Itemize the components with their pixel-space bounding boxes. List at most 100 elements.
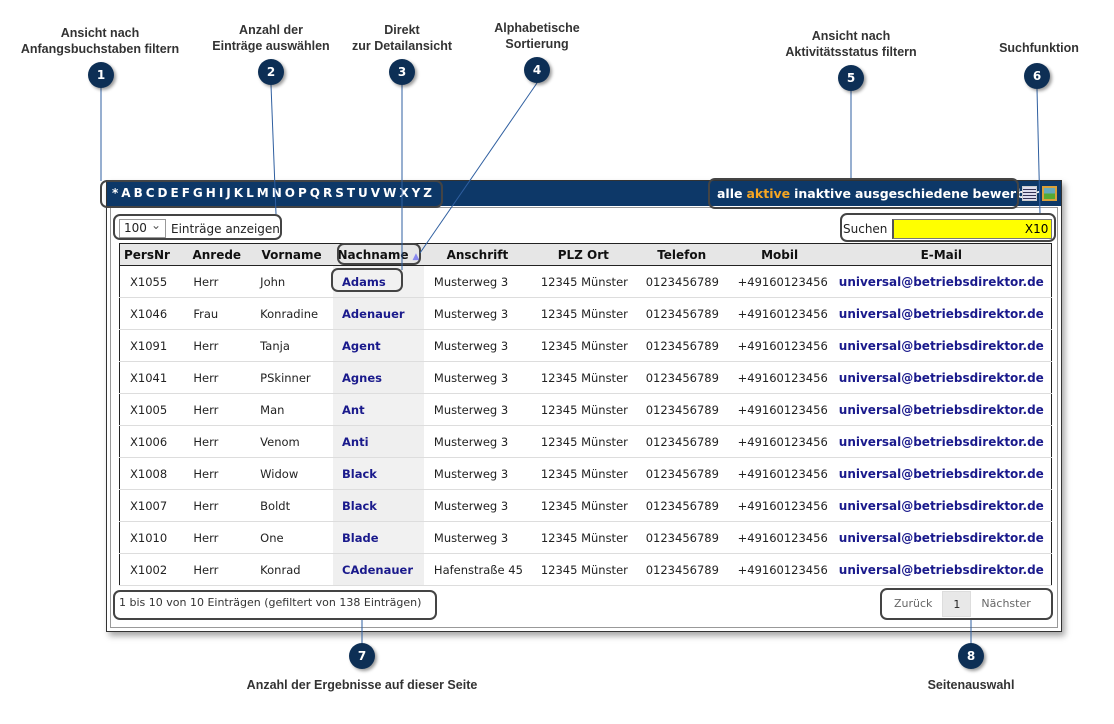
cell-anschrift: Musterweg 3: [423, 521, 531, 554]
cell-nachname[interactable]: Black: [333, 489, 424, 522]
cell-anrede: Herr: [183, 393, 251, 426]
cell-mobil: +49160123456: [727, 329, 832, 362]
cell-nachname[interactable]: Adenauer: [333, 297, 424, 330]
cell-email[interactable]: universal@betriebsdirektor.de: [831, 361, 1052, 394]
cell-email[interactable]: universal@betriebsdirektor.de: [831, 329, 1052, 362]
cell-mobil: +49160123456: [727, 297, 832, 330]
cell-vorname: Man: [250, 393, 334, 426]
cell-mobil: +49160123456: [727, 553, 832, 586]
cell-anrede: Herr: [183, 361, 251, 394]
callout-number-6: 6: [1024, 63, 1050, 89]
table-row: X1010 Herr One Blade Musterweg 3 12345 Münste…: [119, 521, 1052, 554]
cell-email[interactable]: universal@betriebsdirektor.de: [831, 553, 1052, 586]
list-view-icon[interactable]: [1022, 186, 1037, 201]
column-header-persnr[interactable]: PersNr: [119, 243, 184, 266]
cell-anschrift: Hafenstraße 45: [423, 553, 531, 586]
cell-nachname[interactable]: Anti: [333, 425, 424, 458]
table-body: X1055 Herr John Adams Musterweg 3 12345 Münst…: [119, 265, 1052, 586]
cell-anschrift: Musterweg 3: [423, 265, 531, 298]
column-header-telefon[interactable]: Telefon: [635, 243, 728, 266]
column-label: Vorname: [261, 247, 322, 262]
table-row: X1007 Herr Boldt Black Musterweg 3 12345 Müns…: [119, 489, 1052, 522]
table-row: X1055 Herr John Adams Musterweg 3 12345 Münst…: [119, 265, 1052, 298]
cell-persnr: X1007: [119, 489, 184, 522]
cell-mobil: +49160123456: [727, 425, 832, 458]
callout-label-line: Alphabetische: [494, 21, 580, 35]
callout-label-line: Sortierung: [505, 37, 569, 51]
cell-anrede: Herr: [183, 553, 251, 586]
cell-nachname[interactable]: Agent: [333, 329, 424, 362]
cell-anschrift: Musterweg 3: [423, 393, 531, 426]
callout-number-8: 8: [958, 643, 984, 669]
cell-persnr: X1091: [119, 329, 184, 362]
cell-plz-ort: 12345 Münster: [530, 361, 636, 394]
callout-number-3: 3: [389, 59, 415, 85]
cell-persnr: X1002: [119, 553, 184, 586]
callout-number-1: 1: [88, 62, 114, 88]
cell-nachname[interactable]: Blade: [333, 521, 424, 554]
column-header-mobil[interactable]: Mobil: [727, 243, 832, 266]
callout-outline: [840, 213, 1056, 242]
cell-telefon: 0123456789: [635, 393, 728, 426]
cell-email[interactable]: universal@betriebsdirektor.de: [831, 265, 1052, 298]
table-row: X1046 Frau Konradine Adenauer Musterweg 3 123…: [119, 297, 1052, 330]
cell-email[interactable]: universal@betriebsdirektor.de: [831, 297, 1052, 330]
callout-outline: [100, 180, 443, 208]
callout-outline: [880, 588, 1053, 620]
column-header-email[interactable]: E-Mail: [831, 243, 1052, 266]
cell-vorname: Konrad: [250, 553, 334, 586]
cell-email[interactable]: universal@betriebsdirektor.de: [831, 425, 1052, 458]
table-row: X1006 Herr Venom Anti Musterweg 3 12345 Münst…: [119, 425, 1052, 458]
cell-telefon: 0123456789: [635, 425, 728, 458]
cell-nachname[interactable]: Black: [333, 457, 424, 490]
cell-anrede: Herr: [183, 329, 251, 362]
cell-nachname[interactable]: Agnes: [333, 361, 424, 394]
column-label: PLZ Ort: [557, 247, 609, 262]
cell-nachname[interactable]: Ant: [333, 393, 424, 426]
callout-label-line: Ansicht nach: [811, 29, 891, 43]
cell-vorname: Widow: [250, 457, 334, 490]
cell-vorname: Venom: [250, 425, 334, 458]
cell-email[interactable]: universal@betriebsdirektor.de: [831, 489, 1052, 522]
callout-label-line: Anzahl der Ergebnisse auf dieser Seite: [246, 678, 478, 692]
cell-persnr: X1006: [119, 425, 184, 458]
cell-persnr: X1008: [119, 457, 184, 490]
cell-anrede: Herr: [183, 489, 251, 522]
column-label: PersNr: [124, 247, 170, 262]
cell-mobil: +49160123456: [727, 457, 832, 490]
cell-anrede: Herr: [183, 425, 251, 458]
cell-nachname[interactable]: CAdenauer: [333, 553, 424, 586]
column-header-anschrift[interactable]: Anschrift: [423, 243, 531, 266]
cell-plz-ort: 12345 Münster: [530, 457, 636, 490]
callout-label-1: Ansicht nach Anfangsbuchstaben filtern: [21, 25, 179, 57]
cell-mobil: +49160123456: [727, 361, 832, 394]
cell-plz-ort: 12345 Münster: [530, 297, 636, 330]
table-row: X1008 Herr Widow Black Musterweg 3 12345 Müns…: [119, 457, 1052, 490]
callout-outline: [708, 178, 1019, 209]
cell-email[interactable]: universal@betriebsdirektor.de: [831, 521, 1052, 554]
cell-vorname: Konradine: [250, 297, 334, 330]
image-view-icon[interactable]: [1042, 186, 1057, 201]
table-row: X1041 Herr PSkinner Agnes Musterweg 3 12345 M…: [119, 361, 1052, 394]
callout-outline: [113, 590, 437, 620]
column-header-anrede[interactable]: Anrede: [183, 243, 251, 266]
callout-label-3: Direkt zur Detailansicht: [352, 22, 452, 54]
column-label: E-Mail: [920, 247, 963, 262]
cell-telefon: 0123456789: [635, 553, 728, 586]
cell-plz-ort: 12345 Münster: [530, 425, 636, 458]
cell-anrede: Herr: [183, 521, 251, 554]
column-header-vorname[interactable]: Vorname: [250, 243, 334, 266]
cell-email[interactable]: universal@betriebsdirektor.de: [831, 457, 1052, 490]
column-header-plz-ort[interactable]: PLZ Ort: [530, 243, 636, 266]
callout-label-4: Alphabetische Sortierung: [494, 20, 579, 52]
table-row: X1091 Herr Tanja Agent Musterweg 3 12345 Müns…: [119, 329, 1052, 362]
callout-number-2: 2: [258, 59, 284, 85]
cell-email[interactable]: universal@betriebsdirektor.de: [831, 393, 1052, 426]
cell-vorname: Boldt: [250, 489, 334, 522]
cell-anschrift: Musterweg 3: [423, 425, 531, 458]
cell-telefon: 0123456789: [635, 489, 728, 522]
callout-outline: [337, 243, 421, 265]
cell-mobil: +49160123456: [727, 393, 832, 426]
cell-anrede: Frau: [183, 297, 251, 330]
callout-label-line: Einträge auswählen: [212, 39, 330, 53]
